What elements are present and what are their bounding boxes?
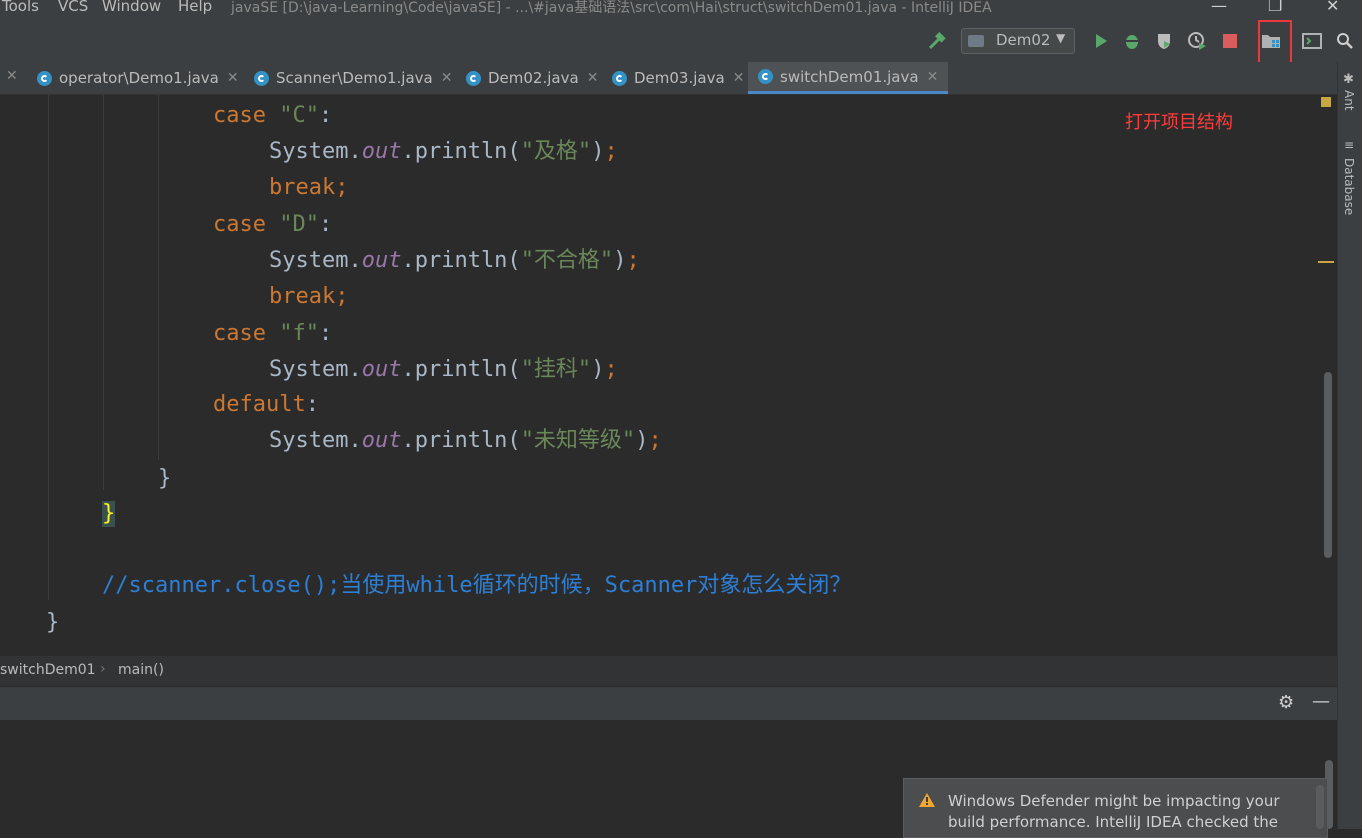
minimize-icon[interactable]: —	[1211, 0, 1227, 15]
annotation-label: 打开项目结构	[1125, 112, 1233, 133]
code-line: case "D":	[213, 212, 333, 237]
menu-window[interactable]: Window	[102, 0, 161, 15]
tool-window-header: ⚙ —	[0, 687, 1337, 720]
notification-text-line2: build performance. IntelliJ IDEA checked…	[948, 813, 1278, 831]
run-config-select[interactable]: Dem02 ▼	[961, 28, 1075, 54]
close-tab-icon[interactable]: ✕	[587, 70, 599, 86]
run-icon[interactable]	[1090, 30, 1112, 52]
tab-label: Dem02.java	[488, 69, 579, 87]
code-line: System.out.println("不合格");	[269, 248, 640, 273]
notification-text-line1: Windows Defender might be impacting your	[948, 792, 1280, 810]
tab-dem02[interactable]: Dem02.java ✕	[466, 62, 598, 94]
code-line: default:	[213, 392, 319, 417]
code-line: case "f":	[213, 321, 333, 346]
indent-guide	[48, 95, 49, 600]
tab-label: Dem03.java	[634, 69, 725, 87]
menu-tools[interactable]: Tools	[2, 0, 39, 15]
build-hammer-icon[interactable]	[926, 30, 948, 52]
warning-marker[interactable]	[1321, 97, 1331, 107]
run-config-label: Dem02	[996, 31, 1051, 49]
java-class-icon	[37, 70, 52, 86]
database-tool-button[interactable]: Database	[1342, 158, 1356, 215]
code-line: }	[158, 466, 172, 491]
notification-scrollbar[interactable]	[1316, 785, 1324, 829]
stop-icon[interactable]	[1219, 30, 1241, 52]
tab-scanner-demo1[interactable]: Scanner\Demo1.java ✕	[254, 62, 452, 94]
editor-tabs: ✕ operator\Demo1.java ✕ Scanner\Demo1.jav…	[0, 62, 1337, 95]
window-title: javaSE [D:\java-Learning\Code\javaSE] - …	[231, 0, 992, 16]
coverage-icon[interactable]	[1153, 30, 1175, 52]
close-tab-icon[interactable]: ✕	[6, 68, 18, 84]
profile-icon[interactable]	[1186, 30, 1208, 52]
tab-label: operator\Demo1.java	[59, 69, 219, 87]
indent-guide	[103, 95, 104, 490]
ant-tool-button[interactable]: Ant	[1342, 90, 1356, 111]
indent-guide	[158, 95, 159, 460]
ant-icon: ✱	[1343, 72, 1354, 87]
restore-icon[interactable]: ❐	[1268, 0, 1282, 15]
error-stripe-mark[interactable]	[1318, 261, 1334, 263]
notification-balloon[interactable]: Windows Defender might be impacting your…	[903, 778, 1328, 838]
chevron-right-icon: ›	[100, 661, 106, 677]
tab-label: Scanner\Demo1.java	[276, 69, 433, 87]
tab-label: switchDem01.java	[780, 67, 919, 86]
code-line: break;	[269, 175, 349, 200]
code-line: System.out.println("及格");	[269, 139, 618, 164]
breadcrumb: switchDem01 › main()	[0, 656, 1337, 686]
menu-bar: Tools VCS Window Help javaSE [D:\java-Le…	[0, 0, 1362, 20]
code-line: break;	[269, 284, 349, 309]
warning-icon	[919, 793, 935, 807]
breadcrumb-method[interactable]: main()	[118, 662, 164, 678]
chevron-down-icon: ▼	[1056, 31, 1066, 45]
close-tab-icon[interactable]: ✕	[733, 70, 745, 86]
code-line: }	[46, 610, 60, 635]
tab-switchdem01[interactable]: switchDem01.java ✕	[748, 62, 949, 94]
breadcrumb-class[interactable]: switchDem01	[0, 662, 96, 678]
menu-help[interactable]: Help	[178, 0, 212, 15]
close-tab-icon[interactable]: ✕	[227, 70, 239, 86]
java-class-icon	[612, 70, 627, 86]
gear-icon[interactable]: ⚙	[1278, 692, 1294, 713]
right-tool-bar: ✱ Ant ≡ Database	[1337, 62, 1362, 829]
code-line: System.out.println("挂科");	[269, 357, 618, 382]
editor-scrollbar[interactable]	[1324, 372, 1332, 558]
matched-brace: }	[102, 501, 116, 527]
debug-icon[interactable]	[1121, 30, 1143, 52]
tab-operator-demo1[interactable]: operator\Demo1.java ✕	[37, 62, 239, 94]
menu-vcs[interactable]: VCS	[58, 0, 88, 15]
java-class-icon	[758, 69, 773, 84]
config-icon	[968, 35, 984, 47]
close-window-icon[interactable]: ✕	[1326, 0, 1339, 15]
java-class-icon	[466, 70, 481, 86]
code-line: case "C":	[213, 103, 333, 128]
code-editor[interactable]: case "C": System.out.println("及格"); brea…	[0, 95, 1320, 655]
search-icon[interactable]	[1334, 30, 1356, 52]
java-class-icon	[254, 70, 269, 86]
database-icon: ≡	[1344, 138, 1355, 152]
terminal-icon[interactable]	[1301, 30, 1323, 52]
close-tab-icon[interactable]: ✕	[927, 69, 939, 85]
tab-dem03[interactable]: Dem03.java ✕	[612, 62, 744, 94]
code-line: System.out.println("未知等级");	[269, 428, 662, 453]
code-comment: //scanner.close();当使用while循环的时候，Scanner对…	[102, 573, 852, 598]
hide-icon[interactable]: —	[1312, 691, 1330, 712]
close-tab-icon[interactable]: ✕	[441, 70, 453, 86]
